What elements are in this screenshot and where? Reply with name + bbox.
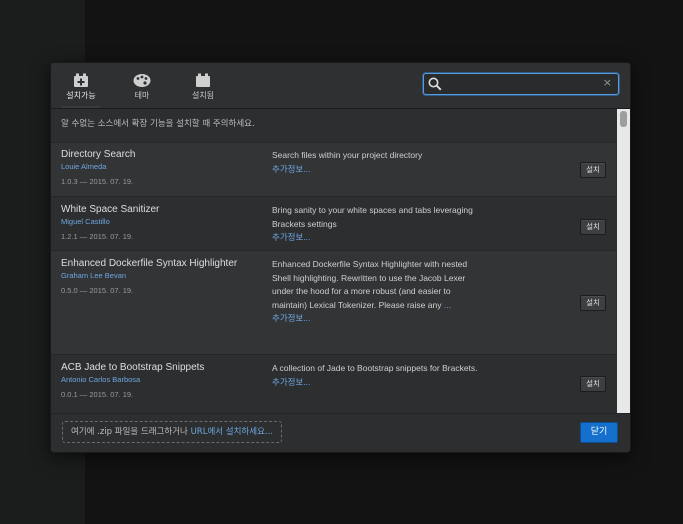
description-text: A collection of Jade to Bootstrap snippe…: [272, 363, 478, 373]
extension-name: Enhanced Dockerfile Syntax Highlighter: [61, 258, 238, 269]
list-item: White Space Sanitizer Miguel Castillo 1.…: [51, 197, 616, 251]
close-button[interactable]: 닫기: [580, 422, 618, 443]
tab-installed[interactable]: 설치됨: [178, 69, 228, 107]
extension-info: ACB Jade to Bootstrap Snippets Antonio C…: [61, 362, 204, 399]
list-item: Directory Search Louie Almeda 1.0.3 — 20…: [51, 143, 616, 197]
extension-author-link[interactable]: Louie Almeda: [61, 162, 135, 171]
description-text: Search files within your project directo…: [272, 150, 423, 160]
extension-author-link[interactable]: Miguel Castillo: [61, 217, 159, 226]
extension-name: White Space Sanitizer: [61, 204, 160, 215]
drop-zone-text: 여기에 .zip 파일을 드래그하거나: [71, 427, 191, 437]
list-item: ACB Jade to Bootstrap Snippets Antonio C…: [51, 355, 616, 413]
list-item: Enhanced Dockerfile Syntax Highlighter G…: [51, 251, 616, 355]
drop-zone[interactable]: 여기에 .zip 파일을 드래그하거나 URL에서 설치하세요...: [62, 421, 282, 443]
clear-search-icon[interactable]: ×: [603, 76, 612, 90]
tab-available-label: 설치가능: [66, 91, 96, 100]
scrollbar-thumb[interactable]: [620, 111, 627, 127]
description-text: Enhanced Dockerfile Syntax Highlighter w…: [272, 259, 468, 310]
search-icon: [428, 77, 442, 91]
extension-description: Search files within your project directo…: [272, 149, 486, 176]
extension-name: ACB Jade to Bootstrap Snippets: [61, 362, 205, 373]
more-info-link[interactable]: 추가정보...: [272, 376, 486, 390]
tab-installed-label: 설치됨: [191, 91, 215, 100]
extension-info: Enhanced Dockerfile Syntax Highlighter G…: [61, 258, 237, 295]
extension-description: A collection of Jade to Bootstrap snippe…: [272, 362, 486, 389]
extension-version: 1.0.3 — 2015. 07. 19.: [61, 177, 134, 186]
scrollbar[interactable]: [617, 109, 630, 413]
extension-info: Directory Search Louie Almeda 1.0.3 — 20…: [61, 149, 135, 186]
search-box: ×: [423, 73, 619, 95]
install-from-url-link[interactable]: URL에서 설치하세요...: [191, 427, 273, 437]
extension-manager-dialog: 설치가능 테마 설치됨 × 알 수없는 소스에서 확장 기능을 설치할 때 주의…: [50, 62, 631, 453]
installed-icon: [196, 73, 210, 87]
install-button[interactable]: 설치: [580, 376, 606, 392]
dialog-footer: 여기에 .zip 파일을 드래그하거나 URL에서 설치하세요... 닫기: [51, 413, 630, 452]
install-button[interactable]: 설치: [580, 219, 606, 235]
available-icon: [74, 73, 88, 87]
more-info-link[interactable]: 추가정보...: [272, 312, 486, 326]
extension-version: 0.5.0 — 2015. 07. 19.: [61, 286, 134, 295]
extension-version: 0.0.1 — 2015. 07. 19.: [61, 390, 134, 399]
install-button[interactable]: 설치: [580, 295, 606, 311]
extension-version: 1.2.1 — 2015. 07. 19.: [61, 232, 134, 241]
description-ellipsis[interactable]: ...: [444, 300, 451, 310]
extension-list[interactable]: 알 수없는 소스에서 확장 기능을 설치할 때 주의하세요. Directory…: [51, 109, 616, 413]
search-input[interactable]: [444, 76, 598, 92]
tab-available[interactable]: 설치가능: [56, 69, 106, 108]
more-info-link[interactable]: 추가정보...: [272, 231, 486, 245]
extension-info: White Space Sanitizer Miguel Castillo 1.…: [61, 204, 159, 241]
extension-description: Bring sanity to your white spaces and ta…: [272, 204, 486, 245]
description-text: Bring sanity to your white spaces and ta…: [272, 205, 473, 229]
install-button[interactable]: 설치: [580, 162, 606, 178]
tab-themes-label: 테마: [134, 91, 150, 100]
tab-themes[interactable]: 테마: [117, 69, 167, 107]
extension-author-link[interactable]: Antonio Carlos Barbosa: [61, 375, 204, 384]
extension-description: Enhanced Dockerfile Syntax Highlighter w…: [272, 258, 486, 326]
extension-name: Directory Search: [61, 149, 136, 160]
warning-text: 알 수없는 소스에서 확장 기능을 설치할 때 주의하세요.: [51, 109, 616, 143]
tab-bar: 설치가능 테마 설치됨 ×: [51, 63, 630, 109]
more-info-link[interactable]: 추가정보...: [272, 163, 486, 177]
palette-icon: [133, 74, 151, 87]
extension-author-link[interactable]: Graham Lee Bevan: [61, 271, 237, 280]
